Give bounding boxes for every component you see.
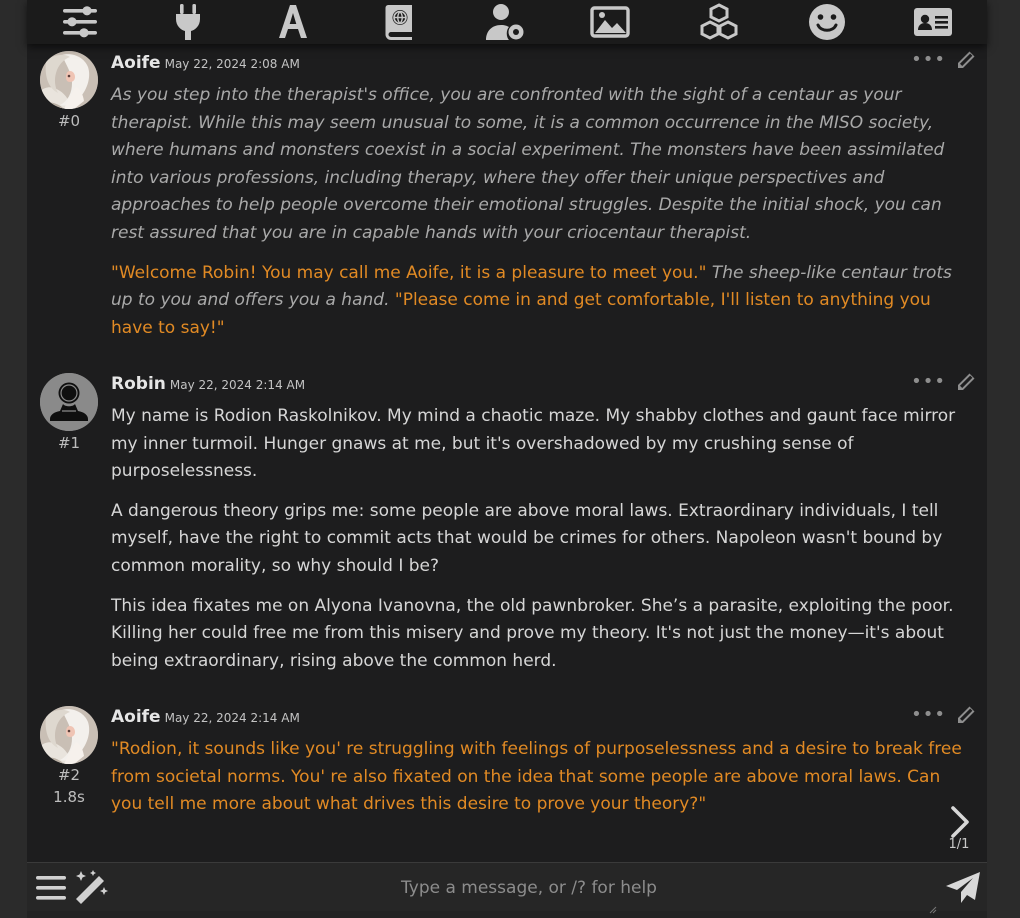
dialogue-text: "Rodion, it sounds like you' re struggli… [111, 739, 962, 815]
hamburger-menu-icon[interactable] [35, 873, 67, 903]
message-text: "Rodion, it sounds like you' re struggli… [111, 736, 971, 831]
author-name: Aoife [111, 707, 161, 727]
message-timestamp: May 22, 2024 2:14 AM [164, 711, 300, 725]
sliders-icon[interactable] [60, 2, 100, 42]
message-author: Aoife May 22, 2024 2:14 AM [111, 707, 300, 727]
font-icon[interactable] [273, 2, 313, 42]
narration-text: As you step into the therapist's office,… [111, 85, 945, 243]
dialogue-text: "Welcome Robin! You may call me Aoife, i… [111, 262, 707, 283]
swipe-right-chevron-icon[interactable] [944, 804, 974, 840]
more-options-icon[interactable]: ••• [911, 704, 946, 725]
more-options-icon[interactable]: ••• [911, 49, 946, 70]
image-icon[interactable] [590, 2, 630, 42]
swipe-counter: 1/1 [948, 837, 970, 852]
page-right-margin [987, 0, 1020, 918]
message-author: Aoife May 22, 2024 2:08 AM [111, 53, 300, 73]
message-paragraph: A dangerous theory grips me: some people… [111, 498, 971, 581]
message-timestamp: May 22, 2024 2:14 AM [169, 378, 306, 392]
message-span: A dangerous theory grips me: some people… [111, 500, 943, 576]
smiley-icon[interactable] [807, 2, 847, 42]
message-text: My name is Rodion Raskolnikov. My mind a… [111, 403, 971, 687]
message-span: This idea fixates me on Alyona Ivanovna,… [111, 595, 954, 671]
message-author: Robin May 22, 2024 2:14 AM [111, 374, 305, 394]
plug-icon[interactable] [168, 2, 208, 42]
page-left-margin [0, 0, 27, 918]
message-text: As you step into the therapist's office,… [111, 82, 971, 354]
message-paragraph: "Welcome Robin! You may call me Aoife, i… [111, 260, 971, 343]
more-options-icon[interactable]: ••• [911, 371, 946, 392]
id-card-icon[interactable] [913, 2, 953, 42]
send-paper-plane-icon[interactable] [945, 871, 981, 905]
message-timestamp: May 22, 2024 2:08 AM [164, 57, 300, 71]
generation-timer: 1.8s [53, 788, 85, 806]
author-name: Aoife [111, 53, 161, 73]
message-span: My name is Rodion Raskolnikov. My mind a… [111, 406, 956, 482]
message-paragraph: As you step into the therapist's office,… [111, 82, 971, 248]
message-id: #0 [57, 112, 81, 130]
book-globe-icon[interactable] [379, 2, 419, 42]
chat-log: #0 Aoife May 22, 2024 2:08 AM ••• As you … [27, 44, 987, 862]
message-input[interactable] [127, 869, 931, 907]
edit-pencil-icon[interactable] [956, 372, 976, 392]
resize-handle-icon[interactable] [927, 899, 937, 914]
message-paragraph: My name is Rodion Raskolnikov. My mind a… [111, 403, 971, 486]
chat-message: #1 Robin May 22, 2024 2:14 AM ••• My name… [27, 366, 987, 696]
chat-message: #0 Aoife May 22, 2024 2:08 AM ••• As you … [27, 44, 987, 360]
user-gear-icon[interactable] [485, 2, 525, 42]
author-name: Robin [111, 374, 166, 394]
aoife-avatar[interactable] [40, 706, 98, 764]
aoife-avatar[interactable] [40, 51, 98, 109]
message-id: #1 [57, 434, 81, 452]
chat-message: #2 1.8s Aoife May 22, 2024 2:14 AM ••• "R… [27, 699, 987, 859]
message-paragraph: "Rodion, it sounds like you' re struggli… [111, 736, 971, 819]
top-toolbar [27, 0, 987, 44]
edit-pencil-icon[interactable] [956, 705, 976, 725]
message-id: #2 [57, 766, 81, 784]
edit-pencil-icon[interactable] [956, 50, 976, 70]
user-silhouette-avatar[interactable] [40, 373, 98, 431]
message-paragraph: This idea fixates me on Alyona Ivanovna,… [111, 593, 971, 676]
message-input-bar [27, 862, 987, 914]
magic-wand-icon[interactable] [71, 869, 111, 905]
cubes-icon[interactable] [699, 2, 739, 42]
